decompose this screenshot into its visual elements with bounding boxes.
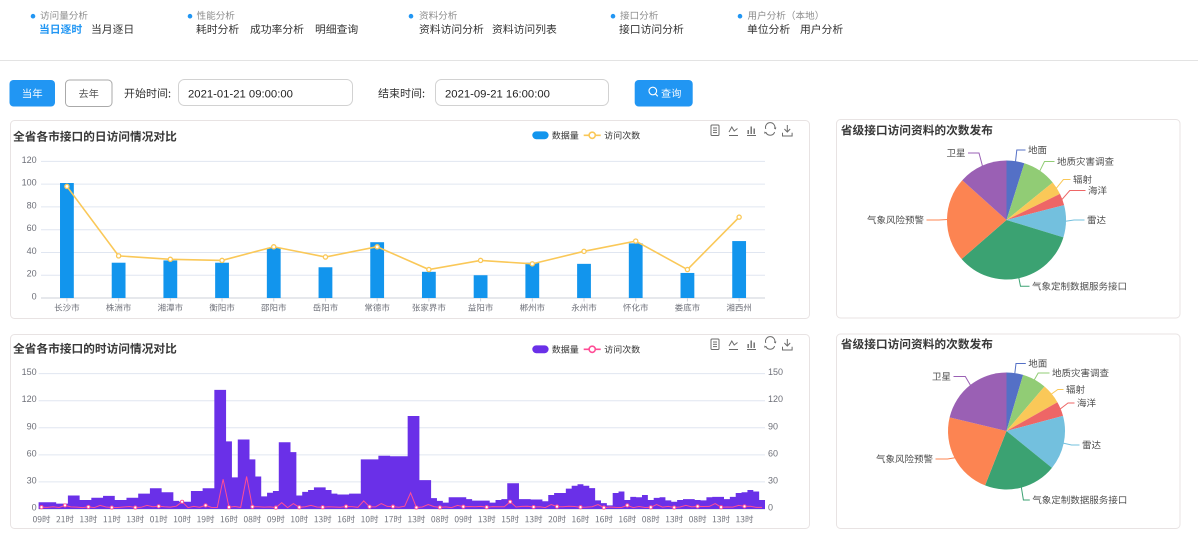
svg-text:60: 60	[27, 223, 37, 233]
svg-text:30: 30	[768, 475, 778, 485]
svg-text:150: 150	[22, 367, 37, 377]
svg-text:90: 90	[27, 421, 37, 431]
svg-text:100: 100	[22, 178, 37, 188]
svg-text:120: 120	[768, 394, 783, 404]
svg-text:80: 80	[27, 200, 37, 210]
svg-text:120: 120	[22, 394, 37, 404]
svg-text:60: 60	[768, 448, 778, 458]
svg-text:0: 0	[32, 503, 37, 513]
svg-text:120: 120	[22, 155, 37, 165]
svg-text:0: 0	[768, 503, 773, 513]
svg-text:0: 0	[32, 292, 37, 302]
svg-text:2021-01-21 09:00:00: 2021-01-21 09:00:00	[188, 89, 293, 101]
svg-text:30: 30	[27, 475, 37, 485]
svg-text:40: 40	[27, 246, 37, 256]
svg-text:2021-09-21 16:00:00: 2021-09-21 16:00:00	[445, 89, 550, 101]
svg-text:90: 90	[768, 421, 778, 431]
svg-text:150: 150	[768, 367, 783, 377]
svg-text:60: 60	[27, 448, 37, 458]
svg-text:20: 20	[27, 269, 37, 279]
